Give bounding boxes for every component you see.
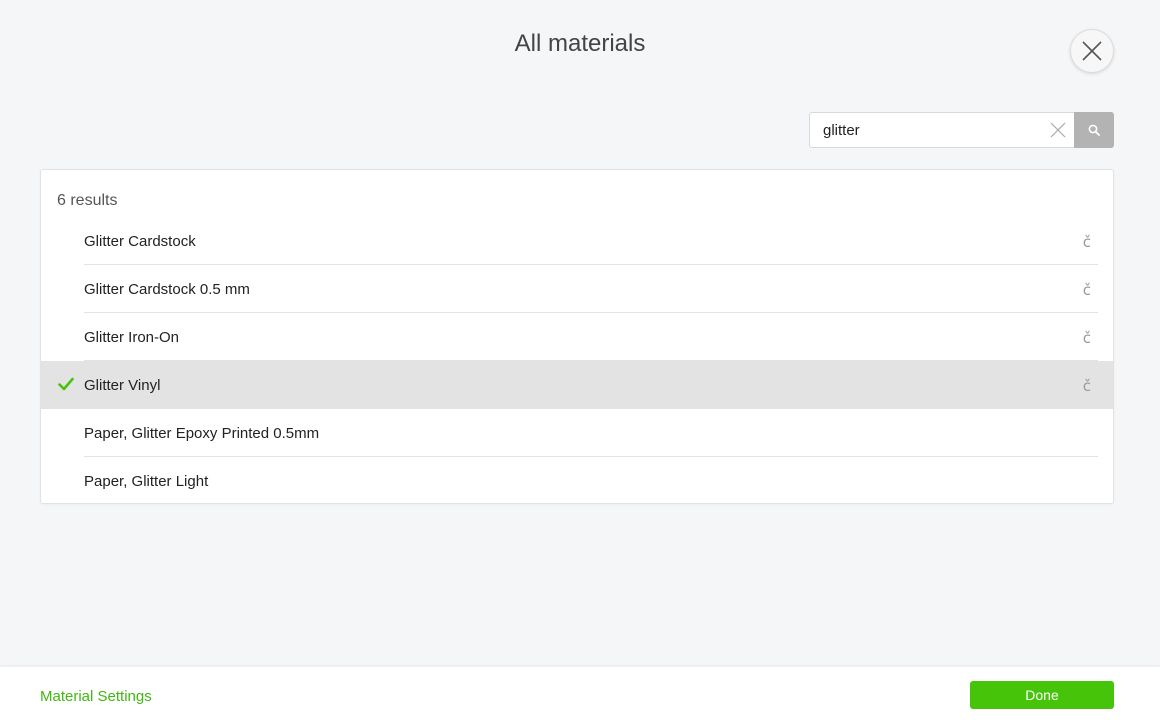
list-item-label: Glitter Iron-On	[84, 328, 180, 346]
cricut-c-icon: č	[1082, 329, 1091, 347]
page-title: All materials	[514, 30, 646, 57]
search-input-box	[809, 112, 1074, 148]
footer-bar: Material Settings Done	[0, 667, 1160, 720]
cricut-c-icon: č	[1082, 233, 1091, 251]
results-list: Glitter Cardstock č Glitter Cardstock 0.…	[41, 217, 1113, 505]
clear-search-button[interactable]	[1050, 122, 1066, 138]
list-item[interactable]: Paper, Glitter Epoxy Printed 0.5mm	[41, 409, 1113, 457]
list-item-label: Glitter Cardstock 0.5 mm	[84, 280, 250, 298]
list-item-label: Paper, Glitter Epoxy Printed 0.5mm	[84, 424, 320, 442]
close-button[interactable]	[1070, 29, 1114, 73]
material-settings-link[interactable]: Material Settings	[40, 688, 152, 705]
cricut-c-icon: č	[1082, 281, 1091, 299]
list-item[interactable]: Glitter Cardstock 0.5 mm č	[41, 265, 1113, 313]
clear-search-icon	[1050, 122, 1066, 138]
list-item[interactable]: Glitter Iron-On č	[41, 313, 1113, 361]
list-item-label: Glitter Cardstock	[84, 232, 196, 250]
list-item-label: Glitter Vinyl	[84, 376, 161, 394]
results-panel: 6 results Glitter Cardstock č Glitter Ca…	[40, 169, 1114, 504]
list-item[interactable]: Glitter Cardstock č	[41, 217, 1113, 265]
search-button[interactable]	[1074, 112, 1114, 148]
results-count: 6 results	[57, 192, 118, 209]
close-icon	[1082, 41, 1102, 61]
list-item-selected[interactable]: Glitter Vinyl č	[41, 361, 1113, 409]
done-button[interactable]: Done	[970, 681, 1114, 709]
search-icon	[1088, 124, 1100, 136]
list-item[interactable]: Paper, Glitter Light	[41, 457, 1113, 505]
list-item-label: Paper, Glitter Light	[84, 472, 209, 490]
cricut-c-icon: č	[1082, 377, 1091, 395]
checkmark-icon	[58, 377, 74, 391]
search-bar	[809, 112, 1114, 148]
search-input[interactable]	[810, 113, 1040, 147]
